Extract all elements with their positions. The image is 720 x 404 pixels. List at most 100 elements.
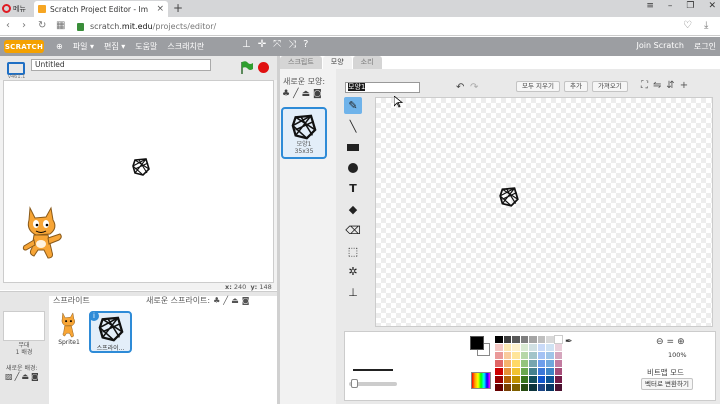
slider-knob[interactable] — [351, 379, 358, 388]
palette-swatch[interactable] — [546, 344, 554, 351]
palette-swatch[interactable] — [554, 384, 562, 391]
palette-swatch[interactable] — [495, 344, 503, 351]
costume-name-input[interactable]: 모양1 — [345, 82, 420, 93]
palette-swatch[interactable] — [503, 344, 511, 351]
palette-swatch[interactable] — [529, 368, 537, 375]
stage-thumbnail[interactable] — [3, 311, 45, 341]
convert-to-vector-button[interactable]: 벡터로 변환하기 — [641, 378, 693, 390]
line-tool-icon[interactable]: ╲ — [344, 118, 362, 135]
palette-swatch[interactable] — [537, 360, 545, 367]
palette-swatch[interactable] — [537, 344, 545, 351]
sprite-thumb-sprite1[interactable]: Sprite1 — [53, 311, 85, 349]
palette-swatch[interactable] — [553, 335, 563, 344]
palette-swatch[interactable] — [512, 376, 520, 383]
tab-scripts[interactable]: 스크립트 — [280, 56, 322, 69]
palette-swatch[interactable] — [495, 376, 503, 383]
forward-icon[interactable]: › — [22, 20, 26, 31]
palette-swatch[interactable] — [529, 376, 537, 383]
paint-canvas[interactable] — [375, 97, 713, 327]
minimize-icon[interactable]: – — [668, 1, 673, 11]
palette-swatch[interactable] — [520, 376, 528, 383]
palette-swatch[interactable] — [546, 352, 554, 359]
palette-swatch[interactable] — [503, 376, 511, 383]
palette-swatch[interactable] — [529, 360, 537, 367]
stage-cat-sprite[interactable] — [22, 204, 64, 262]
palette-swatch[interactable] — [512, 368, 520, 375]
palette-swatch[interactable] — [546, 384, 554, 391]
sprite-thumb-sprite2[interactable]: i 스프라이... — [89, 311, 132, 353]
choose-costume-icon[interactable]: ♣ — [282, 89, 290, 99]
palette-swatch[interactable] — [512, 360, 520, 367]
browser-tab[interactable]: Scratch Project Editor - Im × — [34, 1, 168, 17]
palette-swatch[interactable] — [503, 336, 511, 343]
brush-size-slider[interactable] — [349, 379, 397, 388]
duplicate-stamp-icon[interactable]: ⊥ — [242, 39, 251, 50]
login-link[interactable]: 로그인 — [694, 41, 716, 52]
color-picker-spectrum[interactable] — [471, 372, 491, 389]
globe-icon[interactable]: ⊕ — [56, 42, 63, 51]
new-tab-button[interactable]: + — [173, 1, 183, 15]
palette-swatch[interactable] — [495, 384, 503, 391]
shrink-icon[interactable]: ⤨ — [288, 39, 296, 50]
costume-thumb-1[interactable]: 모양1 35x35 — [281, 107, 327, 159]
stage-mesh-sprite[interactable] — [131, 157, 151, 177]
menu-about[interactable]: 스크래치란 — [167, 41, 204, 52]
palette-swatch[interactable] — [512, 336, 520, 343]
palette-swatch[interactable] — [520, 384, 528, 391]
palette-swatch[interactable] — [520, 336, 528, 343]
flip-horizontal-icon[interactable]: ⇋ — [653, 80, 661, 91]
palette-swatch[interactable] — [546, 360, 554, 367]
download-icon[interactable]: ⤓ — [704, 20, 708, 31]
menu-help[interactable]: 도움말 — [135, 41, 157, 52]
tabs-menu-icon[interactable]: ≡ — [646, 1, 654, 11]
paint-backdrop-icon[interactable]: ╱ — [15, 372, 20, 381]
set-center-icon[interactable]: + — [680, 80, 688, 91]
palette-swatch[interactable] — [546, 368, 554, 375]
eraser-tool-icon[interactable]: ⌫ — [344, 222, 362, 239]
close-window-icon[interactable]: ✕ — [708, 1, 716, 11]
palette-swatch[interactable] — [529, 344, 537, 351]
browser-menu-button[interactable]: 메뉴 — [2, 2, 32, 15]
flip-vertical-icon[interactable]: ⇵ — [666, 80, 674, 91]
palette-swatch[interactable] — [512, 352, 520, 359]
palette-swatch[interactable] — [529, 384, 537, 391]
upload-sprite-icon[interactable]: ⏏ — [231, 296, 239, 305]
redo-icon[interactable]: ↷ — [470, 82, 478, 93]
reload-icon[interactable]: ↻ — [38, 20, 46, 31]
upload-costume-icon[interactable]: ⏏ — [302, 89, 311, 99]
import-button[interactable]: 가져오기 — [591, 81, 628, 92]
palette-swatch[interactable] — [520, 344, 528, 351]
upload-backdrop-icon[interactable]: ⏏ — [21, 372, 29, 381]
block-help-icon[interactable]: ? — [303, 39, 308, 50]
camera-backdrop-icon[interactable]: ◙ — [31, 372, 39, 381]
palette-swatch[interactable] — [537, 376, 545, 383]
select-tool-icon[interactable]: ⬚ — [344, 243, 362, 260]
text-tool-icon[interactable]: T — [344, 180, 362, 197]
palette-swatch[interactable] — [512, 384, 520, 391]
green-flag-icon[interactable] — [240, 61, 254, 74]
palette-swatch[interactable] — [495, 360, 503, 367]
palette-swatch[interactable] — [495, 336, 503, 343]
brush-tool-icon[interactable]: ✎ — [344, 97, 362, 114]
palette-swatch[interactable] — [512, 344, 520, 351]
palette-swatch[interactable] — [554, 368, 562, 375]
palette-swatch[interactable] — [495, 368, 503, 375]
primary-color-swatch[interactable] — [470, 336, 484, 350]
palette-swatch[interactable] — [503, 368, 511, 375]
ellipse-tool-icon[interactable] — [344, 159, 362, 176]
join-scratch-link[interactable]: Join Scratch — [637, 41, 684, 52]
remove-background-tool-icon[interactable]: ✲ — [344, 263, 362, 280]
delete-scissors-icon[interactable]: ✛ — [258, 39, 266, 50]
fill-tool-icon[interactable]: ◆ — [344, 201, 362, 218]
palette-swatch[interactable] — [554, 360, 562, 367]
palette-swatch[interactable] — [495, 352, 503, 359]
rectangle-tool-icon[interactable] — [344, 139, 362, 156]
stop-icon[interactable] — [258, 62, 269, 73]
undo-icon[interactable]: ↶ — [456, 82, 464, 93]
zoom-reset-icon[interactable]: = — [667, 337, 675, 347]
palette-swatch[interactable] — [503, 352, 511, 359]
palette-swatch[interactable] — [546, 376, 554, 383]
back-icon[interactable]: ‹ — [6, 20, 10, 31]
palette-swatch[interactable] — [503, 360, 511, 367]
tab-sounds[interactable]: 소리 — [352, 56, 382, 69]
